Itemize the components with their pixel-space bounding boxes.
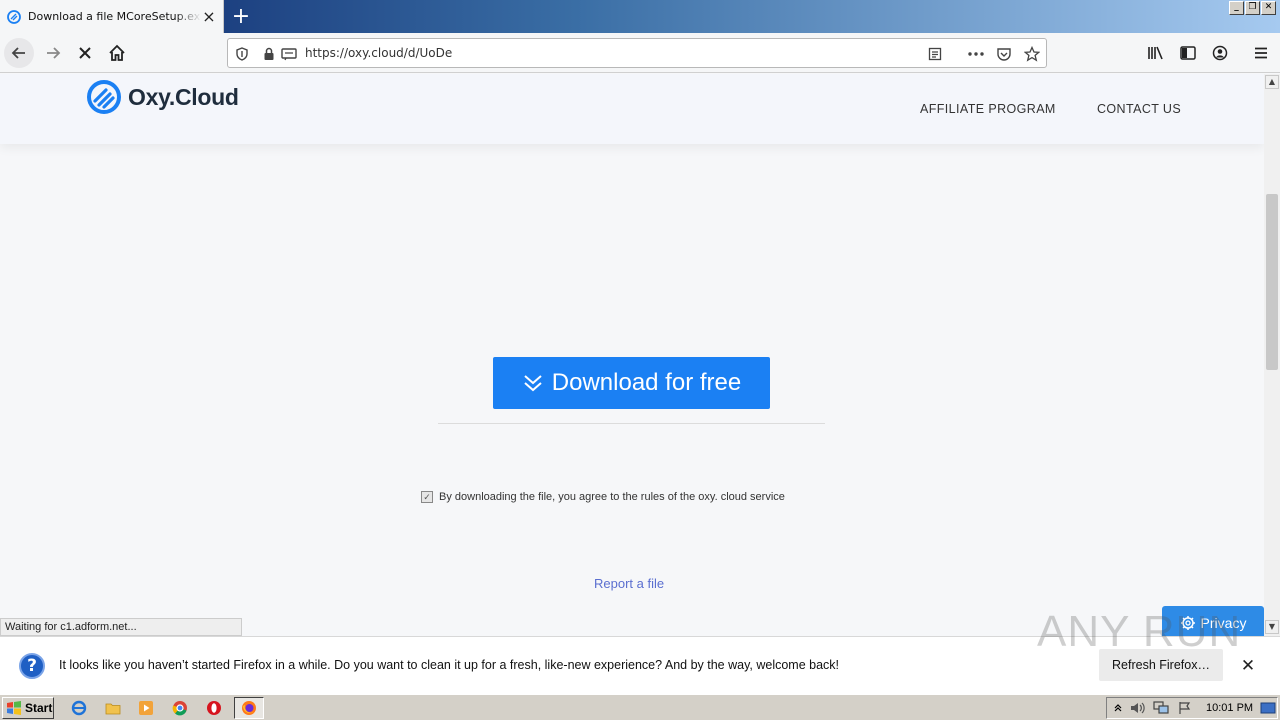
home-icon (109, 44, 125, 61)
hamburger-menu-icon (1255, 47, 1267, 59)
sidebar-button[interactable] (1173, 38, 1203, 68)
library-button[interactable] (1141, 38, 1171, 68)
tab-close-icon[interactable]: × (201, 7, 217, 26)
clock: 10:01 PM (1206, 702, 1254, 714)
question-icon: ? (19, 653, 45, 679)
oxy-cloud-favicon-icon (6, 9, 22, 25)
network-icon[interactable] (1152, 699, 1170, 717)
minimize-button[interactable]: _ (1229, 1, 1244, 15)
notification-close-icon[interactable]: ✕ (1238, 656, 1258, 676)
windows-logo-icon (7, 701, 21, 715)
volume-icon[interactable] (1128, 699, 1146, 717)
back-button[interactable] (4, 38, 34, 68)
download-button[interactable]: Download for free (493, 357, 770, 409)
forward-button[interactable] (38, 38, 68, 68)
start-button[interactable]: Start (2, 697, 54, 719)
media-player-icon[interactable] (137, 699, 155, 717)
file-explorer-icon[interactable] (104, 699, 122, 717)
forward-arrow-icon (47, 47, 61, 59)
opera-icon[interactable] (205, 699, 223, 717)
chrome-icon[interactable] (171, 699, 189, 717)
bookmark-star-icon[interactable] (1023, 45, 1041, 63)
lock-icon[interactable] (260, 45, 278, 63)
vertical-scrollbar[interactable]: ▲ ▼ (1264, 74, 1280, 636)
nav-contact-us[interactable]: CONTACT US (1097, 102, 1181, 116)
watermark-text: ANY RUN (1037, 607, 1242, 656)
active-tab[interactable]: Download a file MCoreSetup.exe on oxy.cl… (0, 0, 224, 33)
sidebar-icon (1180, 46, 1196, 60)
page-actions-icon[interactable] (967, 45, 985, 63)
account-icon (1212, 45, 1228, 61)
download-button-label: Download for free (551, 369, 742, 396)
notification-text: It looks like you haven’t started Firefo… (59, 658, 840, 672)
scroll-up-icon[interactable]: ▲ (1265, 75, 1279, 89)
site-logo[interactable]: Oxy.Cloud (86, 79, 239, 115)
stop-loading-button[interactable] (70, 38, 100, 68)
scroll-down-icon[interactable]: ▼ (1265, 620, 1279, 634)
title-bar: Download a file MCoreSetup.exe on oxy.cl… (0, 0, 1280, 33)
permissions-icon[interactable] (280, 45, 298, 63)
pocket-icon[interactable] (995, 45, 1013, 63)
logo-text: Oxy.Cloud (128, 83, 239, 110)
firefox-icon[interactable] (240, 699, 258, 717)
status-bar: Waiting for c1.adform.net... (0, 618, 242, 636)
divider (438, 423, 825, 424)
tracking-shield-icon[interactable] (233, 45, 251, 63)
windows-taskbar: Start 10:01 PM (0, 694, 1280, 720)
double-chevron-down-icon (524, 375, 542, 392)
url-bar[interactable]: https://oxy.cloud/d/UoDe (227, 38, 1047, 68)
restore-button[interactable]: ❐ (1245, 1, 1260, 15)
page-viewport: Oxy.Cloud AFFILIATE PROGRAM CONTACT US D… (0, 74, 1264, 636)
home-button[interactable] (102, 38, 132, 68)
url-text[interactable]: https://oxy.cloud/d/UoDe (305, 46, 452, 60)
report-file-link[interactable]: Report a file (594, 576, 664, 591)
show-desktop-icon[interactable] (1259, 699, 1277, 717)
action-center-flag-icon[interactable] (1176, 699, 1194, 717)
oxy-cloud-logo-icon (87, 80, 121, 114)
back-arrow-icon (11, 47, 25, 59)
stop-icon (79, 47, 91, 59)
scroll-thumb[interactable] (1266, 194, 1278, 370)
anyrun-watermark: ANY RUN (1037, 607, 1241, 657)
site-header: Oxy.Cloud AFFILIATE PROGRAM CONTACT US (0, 74, 1264, 144)
terms-agreement: ✓ By downloading the file, you agree to … (421, 491, 785, 503)
start-label: Start (25, 701, 53, 715)
show-hidden-icons-icon[interactable] (1109, 699, 1127, 717)
nav-affiliate-program[interactable]: AFFILIATE PROGRAM (920, 102, 1056, 116)
reader-view-icon[interactable] (926, 45, 944, 63)
account-button[interactable] (1205, 38, 1235, 68)
internet-explorer-icon[interactable] (70, 699, 88, 717)
new-tab-button[interactable]: + (228, 4, 254, 30)
window-controls: _ ❐ ✕ (1229, 1, 1276, 15)
terms-text: By downloading the file, you agree to th… (439, 491, 785, 503)
close-window-button[interactable]: ✕ (1261, 1, 1276, 15)
library-icon (1148, 46, 1163, 60)
menu-button[interactable] (1246, 38, 1276, 68)
tab-title: Download a file MCoreSetup.exe on oxy.cl… (28, 10, 201, 23)
navigation-toolbar: https://oxy.cloud/d/UoDe (0, 33, 1280, 73)
terms-checkbox[interactable]: ✓ (421, 491, 433, 503)
